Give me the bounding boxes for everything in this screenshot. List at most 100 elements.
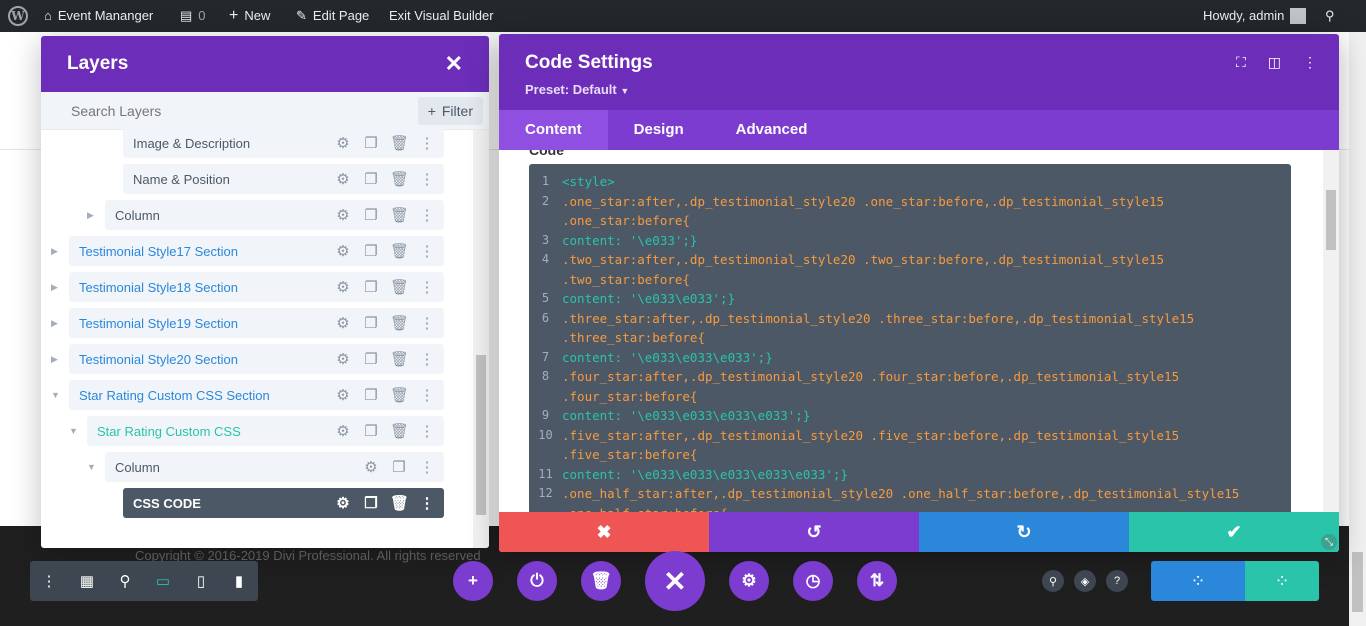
duplicate-icon[interactable]: ❐ <box>362 278 380 296</box>
zoom-icon[interactable]: ⚲ <box>106 572 144 590</box>
load-layout-button[interactable]: ⏻ <box>517 561 557 601</box>
trash-icon[interactable]: 🗑 <box>390 206 409 224</box>
duplicate-icon[interactable]: ❐ <box>390 458 408 476</box>
layers-icon[interactable]: ◈ <box>1074 570 1096 592</box>
gear-icon[interactable]: ⚙ <box>334 278 352 296</box>
layer-column[interactable]: ▶ Column ⚙ ❐ 🗑 ⋮ <box>87 200 444 230</box>
clear-layout-button[interactable]: 🗑 <box>581 561 621 601</box>
publish-button[interactable]: ⁘ <box>1245 561 1319 601</box>
portability-button[interactable]: ⇅ <box>857 561 897 601</box>
site-name-link[interactable]: ⌂ Event Mananger <box>44 0 153 32</box>
trash-icon[interactable]: 🗑 <box>390 278 409 296</box>
phone-view-icon[interactable]: ▮ <box>220 572 258 590</box>
caret-down-icon[interactable]: ▼ <box>69 426 78 436</box>
gear-icon[interactable]: ⚙ <box>334 314 352 332</box>
page-scrollbar-thumb[interactable] <box>1352 552 1363 612</box>
duplicate-icon[interactable]: ❐ <box>362 494 380 512</box>
trash-icon[interactable]: 🗑 <box>390 242 409 260</box>
discard-button[interactable]: ✖ <box>499 512 709 552</box>
more-icon[interactable]: ⋮ <box>418 242 436 260</box>
more-icon[interactable]: ⋮ <box>30 572 68 590</box>
undo-button[interactable]: ↺ <box>709 512 919 552</box>
trash-icon[interactable]: 🗑 <box>390 170 409 188</box>
more-icon[interactable]: ⋮ <box>418 278 436 296</box>
wordpress-logo-icon[interactable]: W <box>8 0 28 32</box>
code-editor[interactable]: 1 <style> 2 .one_star:after,.dp_testimonia… <box>529 164 1291 512</box>
history-button[interactable]: ◷ <box>793 561 833 601</box>
desktop-view-icon[interactable]: ▭ <box>144 572 182 590</box>
page-scrollbar[interactable] <box>1349 32 1366 626</box>
modal-scrollbar[interactable] <box>1323 150 1339 512</box>
gear-icon[interactable]: ⚙ <box>362 458 380 476</box>
layer-testimonial-style17-section[interactable]: ▶ Testimonial Style17 Section ⚙ ❐ 🗑 ⋮ <box>51 236 444 266</box>
page-settings-button[interactable]: ⚙ <box>729 561 769 601</box>
save-draft-button[interactable]: ⁘ <box>1151 561 1245 601</box>
search-icon[interactable]: ⚲ <box>1325 0 1335 32</box>
close-settings-button[interactable]: ✕ <box>645 551 705 611</box>
trash-icon[interactable]: 🗑 <box>390 494 409 512</box>
gear-icon[interactable]: ⚙ <box>334 134 352 152</box>
layers-scrollbar-thumb[interactable] <box>476 355 486 515</box>
search-layers-input[interactable] <box>71 102 371 119</box>
gear-icon[interactable]: ⚙ <box>334 350 352 368</box>
tab-advanced[interactable]: Advanced <box>710 110 834 150</box>
layer-testimonial-style20-section[interactable]: ▶ Testimonial Style20 Section ⚙ ❐ 🗑 ⋮ <box>51 344 444 374</box>
more-icon[interactable]: ⋮ <box>418 314 436 332</box>
caret-right-icon[interactable]: ▶ <box>51 246 58 257</box>
modal-scrollbar-thumb[interactable] <box>1326 190 1336 250</box>
layer-testimonial-style19-section[interactable]: ▶ Testimonial Style19 Section ⚙ ❐ 🗑 ⋮ <box>51 308 444 338</box>
duplicate-icon[interactable]: ❐ <box>362 350 380 368</box>
filter-button[interactable]: + Filter <box>417 97 483 125</box>
more-icon[interactable]: ⋮ <box>418 170 436 188</box>
duplicate-icon[interactable]: ❐ <box>362 134 380 152</box>
trash-icon[interactable]: 🗑 <box>390 386 409 404</box>
duplicate-icon[interactable]: ❐ <box>362 170 380 188</box>
caret-down-icon[interactable]: ▼ <box>87 462 96 472</box>
gear-icon[interactable]: ⚙ <box>334 494 352 512</box>
layer-star-rating-row[interactable]: ▼ Star Rating Custom CSS ⚙ ❐ 🗑 ⋮ <box>69 416 444 446</box>
layer-css-code-module[interactable]: CSS CODE ⚙ ❐ 🗑 ⋮ <box>123 488 444 518</box>
resize-handle-icon[interactable]: ⤡ <box>1321 534 1337 550</box>
caret-right-icon[interactable]: ▶ <box>51 318 58 329</box>
tablet-view-icon[interactable]: ▯ <box>182 572 220 590</box>
split-view-icon[interactable]: ◫ <box>1268 54 1281 71</box>
more-icon[interactable]: ⋮ <box>418 350 436 368</box>
more-icon[interactable]: ⋮ <box>418 422 436 440</box>
more-icon[interactable]: ⋮ <box>418 134 436 152</box>
redo-button[interactable]: ↻ <box>919 512 1129 552</box>
trash-icon[interactable]: 🗑 <box>390 134 409 152</box>
caret-right-icon[interactable]: ▶ <box>51 354 58 365</box>
search-icon[interactable]: ⚲ <box>1042 570 1064 592</box>
gear-icon[interactable]: ⚙ <box>334 242 352 260</box>
tab-design[interactable]: Design <box>608 110 710 150</box>
layer-star-rating-section[interactable]: ▼ Star Rating Custom CSS Section ⚙ ❐ 🗑 ⋮ <box>51 380 444 410</box>
exit-visual-builder-link[interactable]: Exit Visual Builder <box>389 0 494 32</box>
gear-icon[interactable]: ⚙ <box>334 170 352 188</box>
layers-scrollbar[interactable] <box>473 130 489 548</box>
layer-name-position[interactable]: Name & Position ⚙ ❐ 🗑 ⋮ <box>123 164 444 194</box>
wireframe-icon[interactable]: ▦ <box>68 572 106 590</box>
layer-testimonial-style18-section[interactable]: ▶ Testimonial Style18 Section ⚙ ❐ 🗑 ⋮ <box>51 272 444 302</box>
trash-icon[interactable]: 🗑 <box>390 314 409 332</box>
duplicate-icon[interactable]: ❐ <box>362 386 380 404</box>
more-icon[interactable]: ⋮ <box>418 206 436 224</box>
caret-right-icon[interactable]: ▶ <box>87 210 94 221</box>
layer-image-description[interactable]: Image & Description ⚙ ❐ 🗑 ⋮ <box>123 128 444 158</box>
trash-icon[interactable]: 🗑 <box>390 350 409 368</box>
tab-content[interactable]: Content <box>499 110 608 150</box>
add-button[interactable]: + <box>453 561 493 601</box>
more-icon[interactable]: ⋮ <box>418 386 436 404</box>
more-icon[interactable]: ⋮ <box>418 494 436 512</box>
duplicate-icon[interactable]: ❐ <box>362 422 380 440</box>
layer-column-expanded[interactable]: ▼ Column ⚙ ❐ ⋮ <box>87 452 444 482</box>
save-button[interactable]: ✔ <box>1129 512 1339 552</box>
gear-icon[interactable]: ⚙ <box>334 206 352 224</box>
account-menu[interactable]: Howdy, admin <box>1203 0 1307 32</box>
duplicate-icon[interactable]: ❐ <box>362 206 380 224</box>
duplicate-icon[interactable]: ❐ <box>362 242 380 260</box>
close-icon[interactable]: ✕ <box>445 51 463 77</box>
trash-icon[interactable]: 🗑 <box>390 422 409 440</box>
more-icon[interactable]: ⋮ <box>418 458 436 476</box>
gear-icon[interactable]: ⚙ <box>334 386 352 404</box>
fullscreen-icon[interactable]: ⛶ <box>1236 54 1246 71</box>
